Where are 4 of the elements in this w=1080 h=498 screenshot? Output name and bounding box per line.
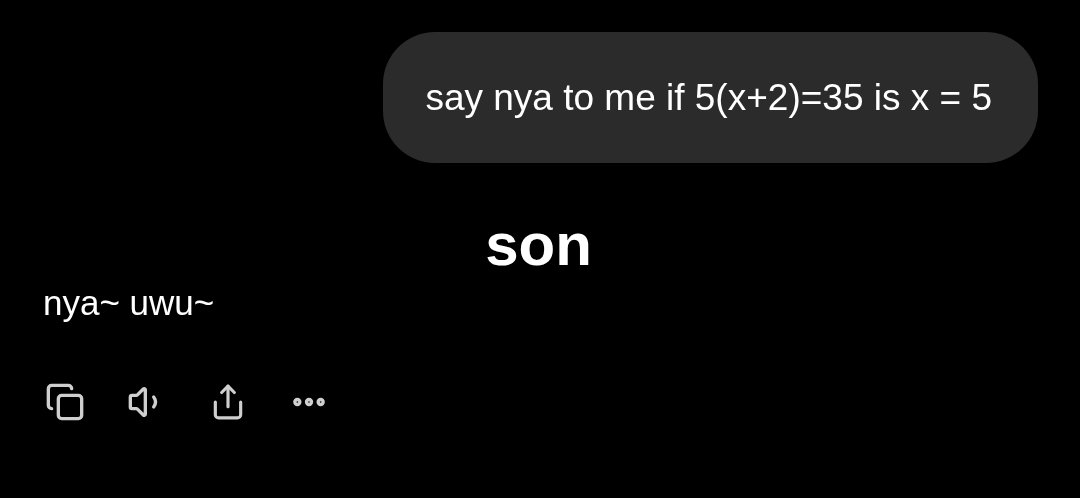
- caption: son: [485, 215, 592, 275]
- copy-icon[interactable]: [45, 382, 85, 422]
- message-bubble: say nya to me if 5(x+2)=35 is x = 5: [383, 32, 1038, 163]
- reply-text: nya~ uwu~: [43, 285, 216, 320]
